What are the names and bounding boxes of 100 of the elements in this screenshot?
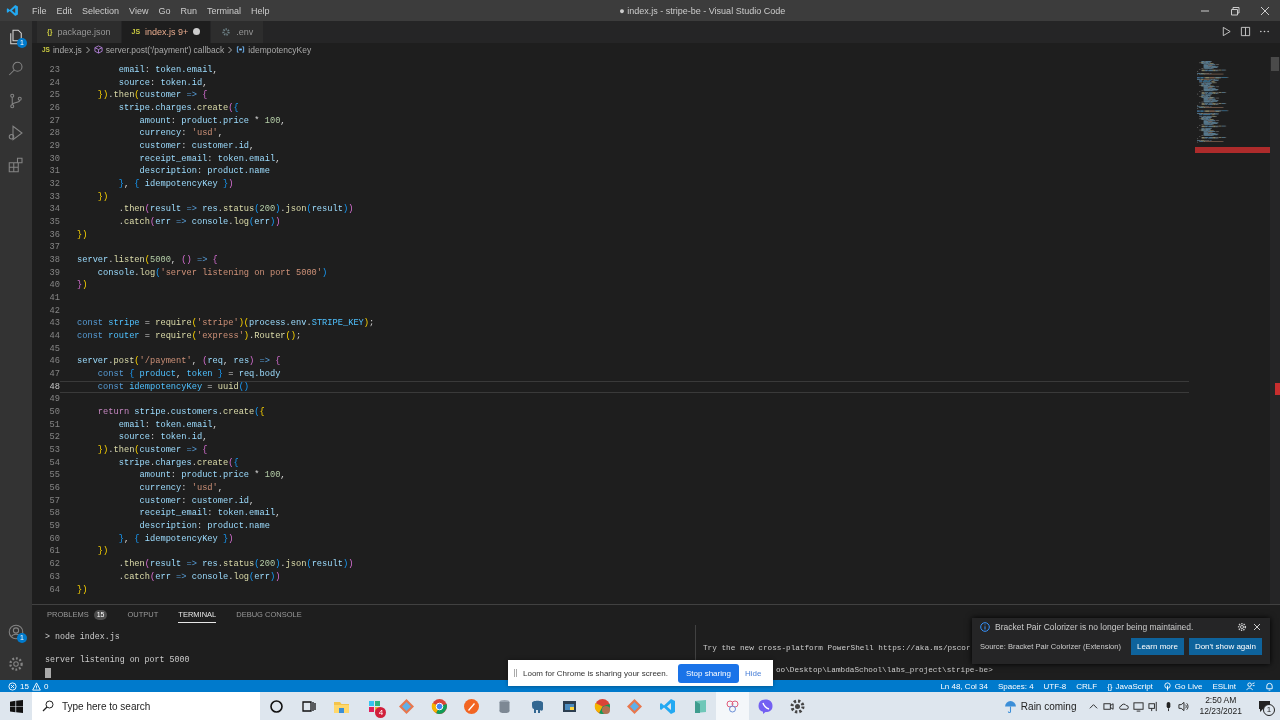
extensions-icon[interactable] <box>7 156 25 174</box>
code-line: amount: product.price * 100, <box>138 114 287 128</box>
close-icon[interactable] <box>1252 622 1262 632</box>
line-number: 29 <box>48 140 60 153</box>
search-icon <box>42 700 54 712</box>
stop-sharing-button[interactable]: Stop sharing <box>677 663 739 683</box>
code-line: }, { idempotencyKey }) <box>117 178 235 191</box>
line-number: 56 <box>48 482 60 495</box>
code-line: const idempotencyKey = uuid() <box>60 380 1189 394</box>
close-icon[interactable] <box>1260 5 1270 16</box>
line-number: 31 <box>48 165 60 178</box>
grip-icon[interactable] <box>514 669 517 677</box>
line-number: 45 <box>48 342 60 356</box>
line-number: 48 <box>48 380 60 394</box>
umbrella-icon[interactable] <box>1003 699 1017 713</box>
menu-item[interactable]: Terminal <box>201 5 246 16</box>
menu-item[interactable]: Selection <box>77 5 125 16</box>
status-item[interactable]: CRLF <box>1076 681 1098 691</box>
run-debug-icon[interactable] <box>7 124 25 142</box>
chevron-icon <box>84 45 91 54</box>
gear-icon[interactable] <box>789 697 807 715</box>
code-line: .catch(err => console.log(err)) <box>117 216 282 229</box>
status-item[interactable]: Ln 48, Col 34 <box>940 681 988 691</box>
variable-icon <box>236 45 246 55</box>
monitor-icon[interactable] <box>1133 700 1145 712</box>
account-icon[interactable] <box>7 623 25 641</box>
line-number: 59 <box>48 520 60 533</box>
feedback-icon[interactable] <box>1246 681 1255 691</box>
code-line: }, { idempotencyKey }) <box>117 532 235 546</box>
line-number: 52 <box>48 431 60 445</box>
code-line: const router = require('express').Router(); <box>76 330 303 343</box>
line-number: 40 <box>48 279 60 293</box>
network-icon[interactable] <box>1148 700 1160 712</box>
breadcrumb-item[interactable]: server.post('/payment') callback <box>105 44 225 55</box>
notification-button[interactable]: Learn more <box>1130 638 1184 655</box>
status-item[interactable]: UTF-8 <box>1043 681 1067 691</box>
split-editor-icon[interactable] <box>1240 26 1251 38</box>
clock-time[interactable]: 2:50 AM <box>1205 695 1237 706</box>
status-item[interactable]: Go Live <box>1174 681 1203 691</box>
cube-icon <box>93 45 103 55</box>
code-line: .catch(err => console.log(err)) <box>117 570 282 584</box>
code-line: .then(result => res.status(200).json(result)) <box>117 558 355 571</box>
pen-icon[interactable] <box>463 697 481 715</box>
speaker-icon[interactable] <box>1178 700 1190 712</box>
status-item[interactable]: ESLint <box>1212 681 1236 691</box>
code-line: console.log('server listening on port 5000') <box>96 266 329 280</box>
warning-icon <box>31 681 41 691</box>
line-number: 27 <box>48 114 60 128</box>
code-line: source: token.id, <box>117 76 209 90</box>
code-line: return stripe.customers.create({ <box>96 406 266 419</box>
line-number: 24 <box>48 76 60 90</box>
settings-icon[interactable] <box>1237 622 1247 632</box>
breadcrumb-item[interactable]: index.js <box>52 44 82 55</box>
code-line: stripe.charges.create({ <box>117 456 240 470</box>
line-number: 30 <box>48 152 60 166</box>
line-number: 62 <box>48 558 60 571</box>
bubble-icon[interactable] <box>756 697 774 715</box>
source-control-icon[interactable] <box>7 92 25 110</box>
clock-date[interactable]: 12/23/2021 <box>1199 706 1242 717</box>
warning-count[interactable]: 0 <box>43 681 49 691</box>
run-icon[interactable] <box>1221 26 1232 38</box>
search-icon[interactable] <box>7 60 25 78</box>
code-line: source: token.id, <box>117 431 209 445</box>
logo-icon <box>6 4 19 17</box>
windows-icon[interactable] <box>9 699 23 713</box>
editor-tab[interactable]: .env <box>211 21 265 43</box>
code-line: }) <box>76 228 89 242</box>
braces-icon: {} <box>1107 681 1113 691</box>
error-count[interactable]: 15 <box>20 681 29 691</box>
weather-text[interactable]: Rain coming <box>1020 700 1077 712</box>
code-line: currency: 'usd', <box>138 127 224 140</box>
status-item[interactable]: Spaces: 4 <box>998 681 1034 691</box>
line-number: 63 <box>48 570 60 584</box>
code-line: }) <box>76 583 89 597</box>
search-field[interactable]: Type here to search <box>32 692 260 720</box>
hide-link[interactable]: Hide <box>744 668 762 678</box>
menu-item[interactable]: View <box>124 5 154 16</box>
breadcrumb-item[interactable]: idempotencyKey <box>248 44 312 55</box>
cloud-icon[interactable] <box>1118 700 1130 712</box>
menu-item[interactable]: Help <box>245 5 275 16</box>
line-number: 47 <box>48 368 60 381</box>
code-line: }) <box>76 279 89 293</box>
menu-item[interactable]: Go <box>153 5 176 16</box>
notification-button[interactable]: Don't show again <box>1188 638 1262 655</box>
line-number: 53 <box>48 444 60 457</box>
scrollbar[interactable] <box>1270 56 1280 605</box>
camera-icon[interactable] <box>1103 700 1115 712</box>
cortana-icon[interactable] <box>267 697 285 715</box>
notification-badge: 1 <box>1263 704 1275 716</box>
status-item[interactable]: JavaScript <box>1115 681 1153 691</box>
bell-icon[interactable] <box>1265 681 1274 691</box>
menu-item[interactable]: File <box>27 5 52 16</box>
files-icon[interactable] <box>7 28 25 46</box>
menu-item[interactable]: Run <box>175 5 202 16</box>
code-line: const stripe = require('stripe')(process.env.STRIPE_KEY); <box>76 317 376 331</box>
code-line: customer: customer.id, <box>138 494 256 508</box>
menu-item[interactable]: Edit <box>51 5 78 16</box>
line-number: 23 <box>48 63 60 77</box>
restore-icon[interactable] <box>1230 5 1240 16</box>
flower-icon[interactable] <box>724 697 742 715</box>
